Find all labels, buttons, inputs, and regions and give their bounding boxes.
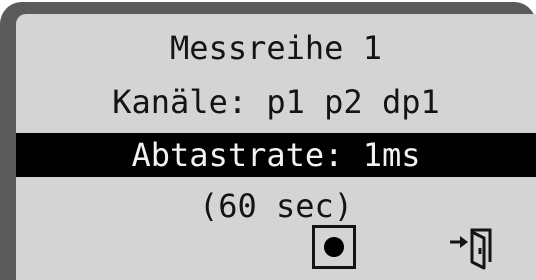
measurement-title: Messreihe 1	[170, 29, 382, 67]
exit-door-icon	[450, 228, 492, 270]
record-icon	[324, 237, 344, 257]
record-button[interactable]	[312, 225, 356, 269]
sample-rate-label: Abtastrate: 1ms	[131, 136, 421, 174]
sample-rate-menu-item[interactable]: Abtastrate: 1ms	[16, 133, 536, 177]
channels-menu-item[interactable]: Kanäle: p1 p2 dp1	[16, 82, 536, 122]
device-display: Messreihe 1 Kanäle: p1 p2 dp1 Abtastrate…	[0, 0, 536, 280]
exit-button[interactable]	[446, 224, 506, 272]
duration-text: (60 sec)	[198, 187, 354, 225]
lcd-screen: Messreihe 1 Kanäle: p1 p2 dp1 Abtastrate…	[16, 14, 536, 280]
